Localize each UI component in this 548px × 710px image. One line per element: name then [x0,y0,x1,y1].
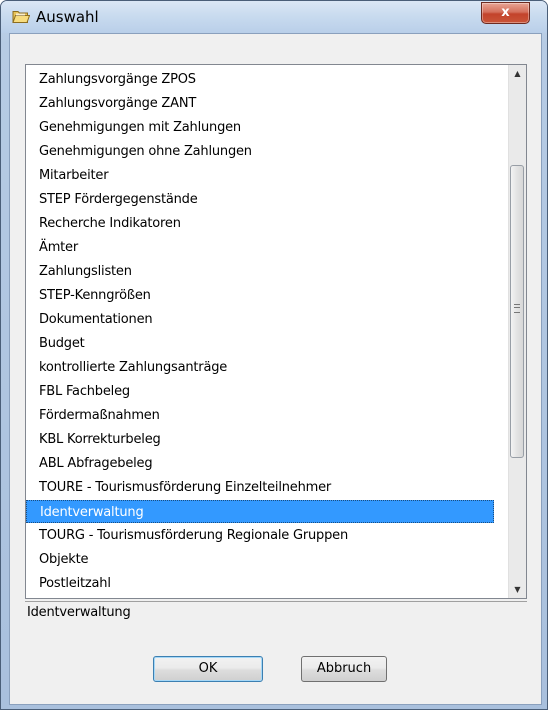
list-item[interactable]: Genehmigungen ohne Zahlungen [26,140,494,163]
cancel-button[interactable]: Abbruch [301,656,387,682]
list-item[interactable]: Zahlungsvorgänge ZPOS [26,68,494,91]
list-item[interactable]: STEP Fördergegenstände [26,188,494,211]
list-item[interactable]: Identverwaltung [26,500,494,523]
list-item[interactable]: FBL Fachbeleg [26,380,494,403]
list-item[interactable]: Dokumentationen [26,308,494,331]
ok-button[interactable]: OK [153,656,263,682]
close-icon: x [501,5,510,20]
list-item[interactable]: Zahlungslisten [26,260,494,283]
vertical-scrollbar[interactable]: ▲ ▼ [508,65,526,598]
list-item[interactable]: Recherche Indikatoren [26,212,494,235]
list-item[interactable]: Genehmigungen mit Zahlungen [26,116,494,139]
scroll-thumb[interactable] [510,165,524,458]
list-item[interactable]: Postleitzahl [26,572,494,595]
list-item[interactable]: Zahlungsvorgänge ZANT [26,92,494,115]
list-item[interactable]: TOURE - Tourismusförderung Einzelteilneh… [26,476,494,499]
list-item[interactable]: Fördermaßnahmen [26,404,494,427]
list-item[interactable]: KBL Korrekturbeleg [26,428,494,451]
selection-list[interactable]: Zahlungsvorgänge ZPOS Zahlungsvorgänge ZA… [25,64,527,599]
list-item[interactable]: Ämter [26,236,494,259]
list-item[interactable]: Budget [26,332,494,355]
window-title: Auswahl [36,8,99,26]
list-item[interactable]: TOURG - Tourismusförderung Regionale Gru… [26,524,494,547]
title-bar[interactable]: Auswahl x [1,1,547,33]
arrow-down-icon[interactable]: ▼ [509,581,526,598]
list-item[interactable]: ABL Abfragebeleg [26,452,494,475]
arrow-up-icon[interactable]: ▲ [509,65,526,82]
list-item[interactable]: kontrollierte Zahlungsanträge [26,356,494,379]
list-item[interactable]: Mitarbeiter [26,164,494,187]
selected-item-display: Identverwaltung [25,601,527,625]
dialog-window: Auswahl x Zahlungsvorgänge ZPOS Zahlungsv… [0,0,548,710]
folder-open-icon [12,9,31,24]
close-button[interactable]: x [481,2,530,24]
list-item[interactable]: Objekte [26,548,494,571]
grip-icon [514,304,520,313]
list-item[interactable]: STEP-Kenngrößen [26,284,494,307]
